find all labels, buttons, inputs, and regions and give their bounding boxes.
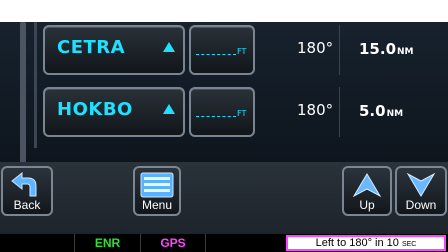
waypoint-name: CETRA (57, 37, 126, 58)
distance-value: 5.0 (359, 102, 386, 120)
turn-advisory-message: Left to 180° in 10 SEC (286, 235, 446, 251)
leg-distance: 15.0NM (359, 40, 414, 58)
altitude-button[interactable]: FT (189, 25, 255, 75)
back-button[interactable]: Back (1, 166, 53, 216)
distance-unit: NM (386, 109, 404, 119)
waypoint-button[interactable]: HOKBO (43, 87, 185, 137)
menu-label: Menu (141, 198, 173, 212)
back-arrow-icon (11, 172, 37, 197)
gtn-screen: CETRA FT 180° 15.0NM HOKBO FT 180° 5.0NM… (0, 0, 448, 252)
caret-up-icon (163, 104, 175, 114)
column-divider (339, 25, 340, 75)
up-arrow-icon (352, 173, 382, 198)
distance-value: 15.0 (359, 40, 397, 58)
menu-button[interactable]: Menu (133, 166, 181, 216)
nav-source-annunciator: GPS (140, 234, 206, 252)
desired-track: 180° (297, 101, 334, 119)
desired-track: 180° (297, 39, 334, 57)
down-button[interactable]: Down (395, 166, 447, 216)
altitude-placeholder (196, 54, 236, 55)
up-label: Up (359, 198, 375, 212)
altitude-button[interactable]: FT (189, 87, 255, 137)
list-scrollbar[interactable] (20, 22, 26, 172)
down-arrow-icon (406, 172, 436, 197)
turn-advisory-unit: SEC (401, 241, 417, 248)
menu-list-icon (140, 172, 174, 198)
flight-plan-row: CETRA FT 180° 15.0NM (37, 25, 443, 75)
altitude-unit: FT (237, 47, 247, 56)
up-button[interactable]: Up (342, 166, 392, 216)
flight-plan-row: HOKBO FT 180° 5.0NM (37, 87, 443, 137)
down-label: Down (405, 198, 437, 212)
waypoint-name: HOKBO (57, 99, 133, 120)
column-divider (339, 87, 340, 137)
altitude-placeholder (196, 116, 236, 117)
back-label: Back (13, 198, 41, 212)
turn-advisory-text: Left to 180° in 10 (315, 237, 399, 249)
altitude-unit: FT (237, 109, 247, 118)
distance-unit: NM (397, 47, 414, 57)
waypoint-button[interactable]: CETRA (43, 25, 185, 75)
flight-phase-annunciator: ENR (74, 234, 140, 252)
caret-up-icon (163, 42, 175, 52)
top-band (0, 0, 448, 22)
leg-distance: 5.0NM (359, 102, 403, 120)
